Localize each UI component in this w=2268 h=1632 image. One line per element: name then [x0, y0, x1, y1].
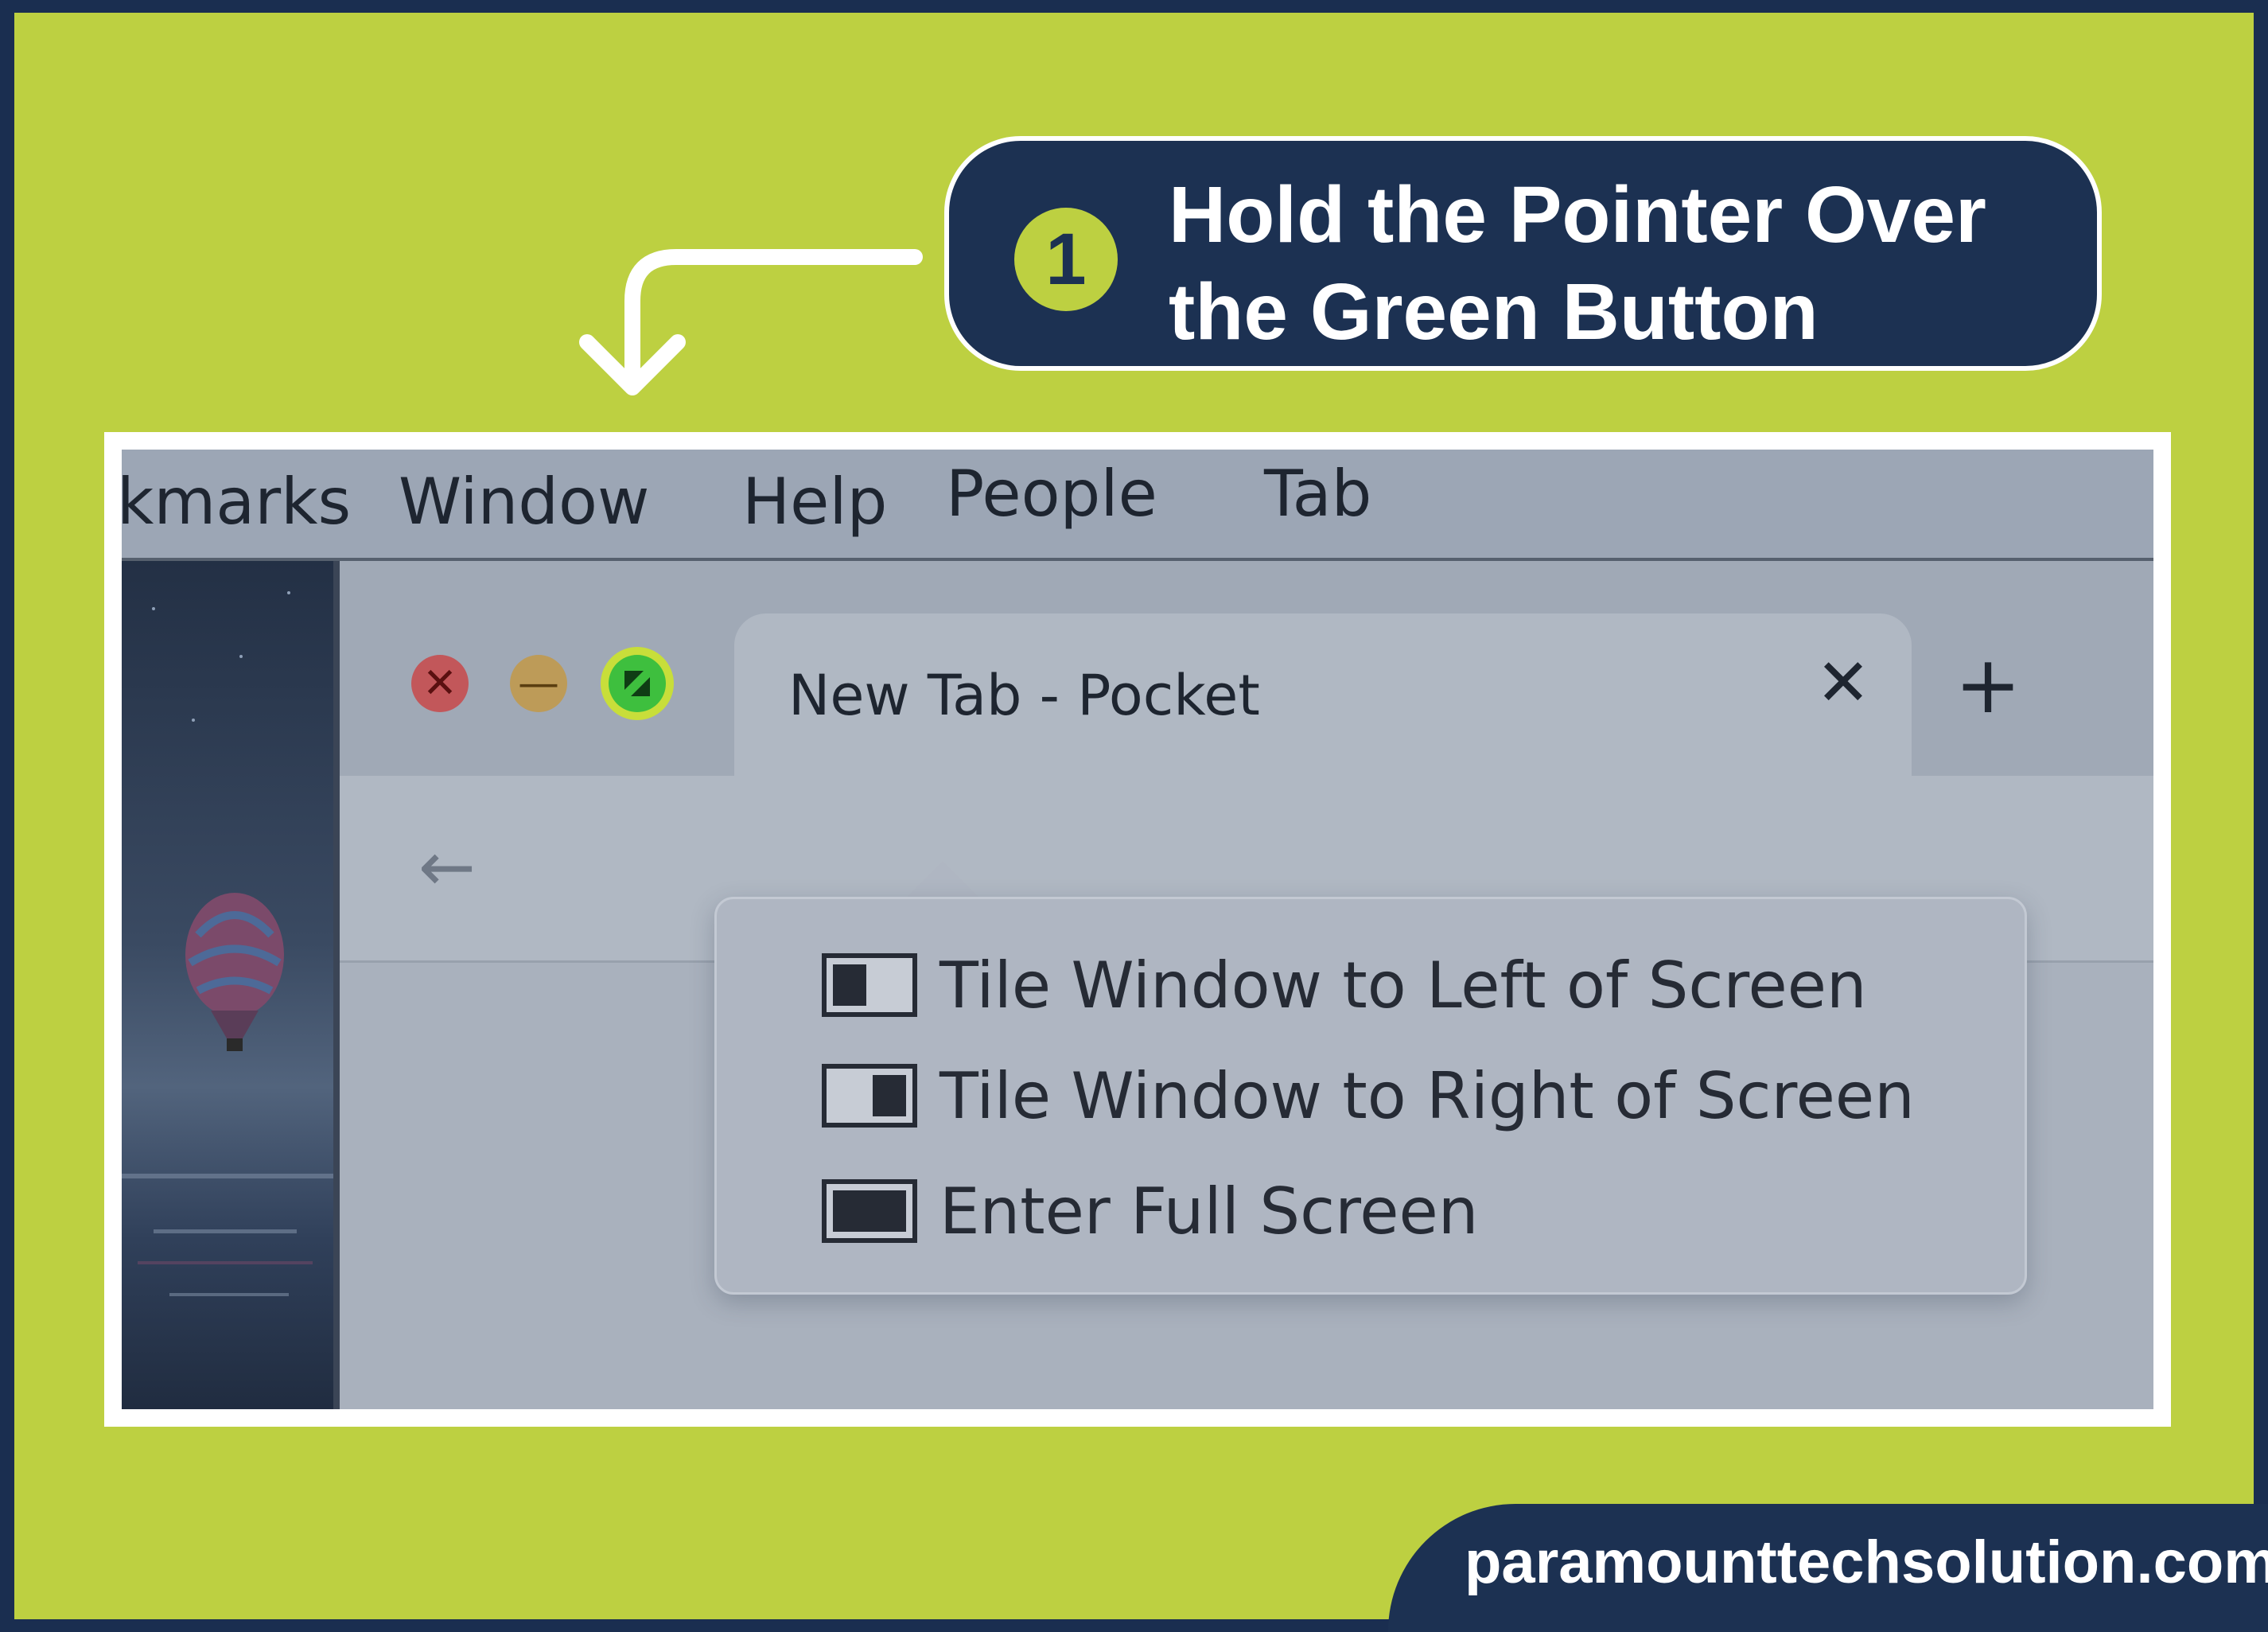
- menu-item-label: Tile Window to Right of Screen: [939, 1058, 1915, 1133]
- menu-item-people[interactable]: People: [946, 459, 1157, 529]
- popup-pointer: [904, 861, 981, 899]
- website-url: paramounttechsolution.com: [1465, 1529, 2268, 1596]
- screenshot: kmarks Window Help People Tab ✕ — New Ta…: [122, 450, 2153, 1409]
- window-edge: [333, 561, 340, 1409]
- menu-item-enter-full-screen[interactable]: Enter Full Screen: [822, 1171, 1478, 1251]
- desktop-wallpaper: [122, 561, 338, 1409]
- instruction-line-2: the Green Button: [1169, 267, 1819, 356]
- outer-frame: 1 Hold the Pointer Over the Green Button…: [0, 0, 2268, 1632]
- browser-window: ✕ — New Tab - Pocket ✕ + ← Tile Window t…: [340, 561, 2153, 1409]
- new-tab-button[interactable]: +: [1947, 644, 2029, 726]
- tab-close-button[interactable]: ✕: [1810, 650, 1877, 717]
- fullscreen-icon: [822, 1179, 917, 1243]
- tile-right-icon: [822, 1064, 917, 1128]
- instruction-line-1: Hold the Pointer Over: [1169, 170, 1986, 259]
- hot-air-balloon-icon: [122, 591, 338, 1296]
- menu-item-tab[interactable]: Tab: [1264, 459, 1371, 529]
- window-zoom-button[interactable]: [609, 655, 666, 712]
- tab-title: New Tab - Pocket: [788, 663, 1260, 728]
- fullscreen-icon: [624, 671, 650, 696]
- footer-banner: paramounttechsolution.com: [1388, 1504, 2268, 1632]
- menu-item-tile-left[interactable]: Tile Window to Left of Screen: [822, 945, 1867, 1025]
- window-minimize-button[interactable]: —: [510, 655, 567, 712]
- menu-item-window[interactable]: Window: [399, 467, 649, 537]
- menu-item-tile-right[interactable]: Tile Window to Right of Screen: [822, 1056, 1915, 1135]
- arrow-left-icon: ←: [418, 828, 477, 907]
- close-icon: ✕: [422, 660, 457, 707]
- zoom-options-menu: Tile Window to Left of Screen Tile Windo…: [714, 897, 2027, 1295]
- minus-icon: —: [518, 660, 559, 707]
- menu-item-help[interactable]: Help: [742, 467, 887, 537]
- instruction-text: Hold the Pointer Over the Green Button: [1169, 166, 2083, 360]
- close-icon: ✕: [1815, 645, 1871, 721]
- menu-item-bookmarks[interactable]: kmarks: [122, 467, 351, 537]
- menu-item-label: Tile Window to Left of Screen: [939, 948, 1867, 1022]
- back-button[interactable]: ←: [403, 824, 491, 911]
- step-number-badge: 1: [1014, 208, 1118, 311]
- instruction-callout: 1 Hold the Pointer Over the Green Button: [944, 136, 2102, 371]
- tile-left-icon: [822, 953, 917, 1017]
- menu-bar: kmarks Window Help People Tab: [122, 450, 2153, 561]
- window-close-button[interactable]: ✕: [411, 655, 469, 712]
- plus-icon: +: [1955, 638, 2021, 731]
- menu-item-label: Enter Full Screen: [939, 1174, 1479, 1248]
